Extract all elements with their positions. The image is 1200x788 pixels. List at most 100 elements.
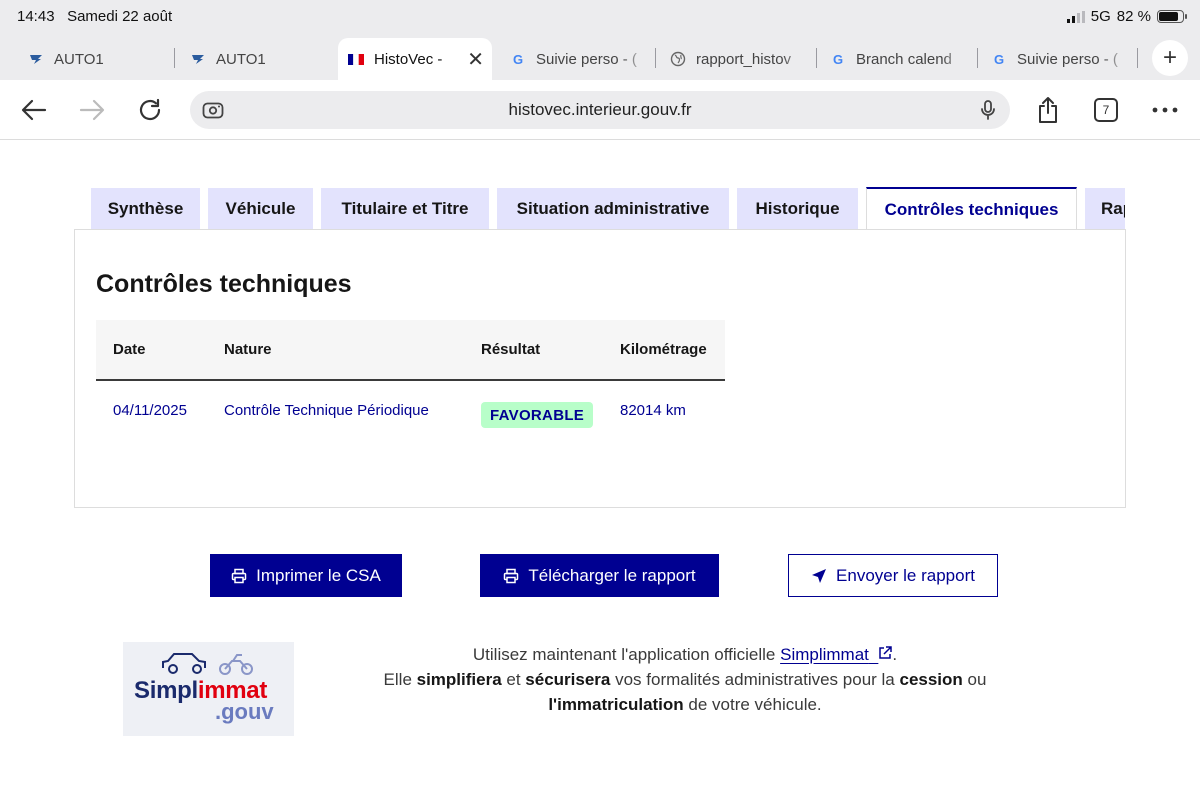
promo-bold: sécurisera bbox=[525, 670, 611, 689]
tab-rapport[interactable]: Rapport bbox=[1085, 188, 1125, 230]
tab-historique[interactable]: Historique bbox=[737, 188, 858, 230]
cell-kilometrage: 82014 km bbox=[620, 402, 686, 419]
status-time: 14:43 Samedi 22 août bbox=[17, 8, 172, 25]
simplimmat-promo: Utilisez maintenant l'application offici… bbox=[340, 642, 1030, 717]
tab-label: AUTO1 bbox=[216, 50, 266, 68]
share-button[interactable] bbox=[1030, 92, 1066, 128]
tab-fade bbox=[622, 38, 648, 80]
button-label: Envoyer le rapport bbox=[836, 565, 975, 585]
button-label: Télécharger le rapport bbox=[528, 565, 696, 585]
globe-icon bbox=[670, 51, 686, 67]
tab-controles-techniques[interactable]: Contrôles techniques bbox=[866, 187, 1077, 230]
section-tabs: Synthèse Véhicule Titulaire et Titre Sit… bbox=[91, 187, 1125, 230]
cell-date: 04/11/2025 bbox=[113, 402, 187, 419]
tab-synthese[interactable]: Synthèse bbox=[91, 188, 200, 230]
logo-gouv-text: .gouv bbox=[215, 699, 274, 724]
cell-nature: Contrôle Technique Périodique bbox=[224, 402, 429, 419]
url-text[interactable]: histovec.interieur.gouv.fr bbox=[190, 100, 1010, 120]
result-badge: FAVORABLE bbox=[481, 402, 594, 428]
google-favicon-icon: G bbox=[832, 51, 844, 67]
send-icon bbox=[812, 568, 827, 583]
clock: 14:43 bbox=[17, 8, 55, 25]
share-icon bbox=[1039, 97, 1057, 123]
google-favicon-icon: G bbox=[512, 51, 524, 67]
car-motorbike-icon bbox=[162, 653, 253, 675]
tab-vehicule[interactable]: Véhicule bbox=[208, 188, 313, 230]
more-horizontal-icon bbox=[1152, 107, 1178, 113]
promo-bold: simplifiera bbox=[416, 670, 502, 689]
browser-toolbar: histovec.interieur.gouv.fr 7 bbox=[0, 80, 1200, 140]
forward-button[interactable] bbox=[74, 92, 110, 128]
reload-button[interactable] bbox=[132, 92, 168, 128]
column-resultat: Résultat bbox=[481, 341, 541, 358]
back-button[interactable] bbox=[16, 92, 52, 128]
reload-icon bbox=[139, 98, 161, 121]
tab-situation-administrative[interactable]: Situation administrative bbox=[497, 188, 729, 230]
section-title: Contrôles techniques bbox=[96, 270, 352, 298]
promo-bold: l'immatriculation bbox=[548, 695, 684, 714]
tab-label: AUTO1 bbox=[54, 50, 104, 68]
more-menu-button[interactable] bbox=[1147, 92, 1183, 128]
browser-tab-auto1-2[interactable]: AUTO1 bbox=[176, 38, 336, 80]
close-tab-icon[interactable]: ✕ bbox=[467, 47, 484, 72]
promo-line-2: Elle simplifiera et sécurisera vos forma… bbox=[340, 667, 1030, 692]
print-csa-button[interactable]: Imprimer le CSA bbox=[210, 554, 402, 597]
tab-label: Branch calend bbox=[856, 50, 952, 68]
browser-tab-histovec[interactable]: HistoVec - ✕ bbox=[338, 38, 492, 80]
button-label: Imprimer le CSA bbox=[256, 565, 381, 585]
column-nature: Nature bbox=[224, 341, 272, 358]
promo-text: vos formalités administratives pour la bbox=[610, 670, 900, 689]
tab-label: Contrôles techniques bbox=[884, 200, 1059, 219]
promo-text: Utilisez maintenant l'application offici… bbox=[472, 645, 781, 664]
link-label: Simplimmat bbox=[780, 645, 869, 664]
logo-text-part: Simpl bbox=[134, 677, 198, 704]
tab-separator bbox=[1137, 48, 1138, 68]
promo-line-1: Utilisez maintenant l'application offici… bbox=[340, 642, 1030, 667]
printer-icon bbox=[231, 568, 247, 583]
browser-tab-rapport-histovec[interactable]: rapport_histov bbox=[658, 38, 808, 80]
tab-separator bbox=[655, 48, 656, 68]
date: Samedi 22 août bbox=[67, 8, 173, 25]
tab-count-icon: 7 bbox=[1094, 98, 1118, 122]
arrow-right-icon bbox=[79, 99, 105, 121]
controles-panel: Contrôles techniques Date Nature Résulta… bbox=[74, 229, 1126, 508]
google-favicon-icon: G bbox=[993, 51, 1005, 67]
promo-text: ou bbox=[962, 670, 987, 689]
new-tab-button[interactable]: + bbox=[1152, 40, 1188, 76]
simplimmat-link[interactable]: Simplimmat bbox=[780, 645, 893, 664]
battery-icon bbox=[1157, 10, 1187, 23]
auto1-favicon-icon bbox=[190, 51, 206, 67]
tab-titulaire-et-titre[interactable]: Titulaire et Titre bbox=[321, 188, 489, 230]
download-report-button[interactable]: Télécharger le rapport bbox=[480, 554, 719, 597]
tab-label: HistoVec - bbox=[374, 50, 443, 68]
tab-label: Historique bbox=[755, 199, 840, 218]
browser-tab-suivie-perso-1[interactable]: G Suivie perso - ( bbox=[498, 38, 648, 80]
microphone-icon[interactable] bbox=[978, 99, 998, 126]
tab-label: Synthèse bbox=[107, 199, 184, 218]
plus-icon: + bbox=[1162, 44, 1177, 71]
promo-line-3: l'immatriculation de votre véhicule. bbox=[340, 692, 1030, 717]
tab-label: Véhicule bbox=[225, 199, 296, 218]
send-report-button[interactable]: Envoyer le rapport bbox=[788, 554, 998, 597]
status-right: 5G 82 % bbox=[1066, 8, 1187, 25]
promo-text: Elle bbox=[383, 670, 417, 689]
browser-tab-suivie-perso-2[interactable]: G Suivie perso - ( bbox=[979, 38, 1129, 80]
tab-strip: AUTO1 AUTO1 HistoVec - ✕ G Suivie perso … bbox=[0, 34, 1200, 80]
signal-icon bbox=[1066, 10, 1085, 23]
browser-tab-auto1-1[interactable]: AUTO1 bbox=[12, 38, 172, 80]
address-bar[interactable]: histovec.interieur.gouv.fr bbox=[190, 91, 1010, 129]
promo-text: de votre véhicule. bbox=[683, 695, 822, 714]
auto1-favicon-icon bbox=[28, 51, 44, 67]
page-content: Synthèse Véhicule Titulaire et Titre Sit… bbox=[0, 141, 1200, 788]
tab-label: Rapport bbox=[1101, 199, 1125, 218]
table-row: 04/11/2025 Contrôle Technique Périodique… bbox=[96, 381, 725, 441]
french-flag-icon bbox=[348, 51, 364, 67]
tab-count-button[interactable]: 7 bbox=[1088, 92, 1124, 128]
controles-table: Date Nature Résultat Kilométrage 04/11/2… bbox=[96, 320, 725, 441]
tab-label: rapport_histov bbox=[696, 50, 792, 68]
browser-tab-branch-calendar[interactable]: G Branch calend bbox=[818, 38, 968, 80]
battery-percent: 82 % bbox=[1116, 8, 1151, 25]
table-header: Date Nature Résultat Kilométrage bbox=[96, 320, 725, 381]
simplimmat-logo[interactable]: Simplimmat .gouv bbox=[123, 642, 294, 736]
promo-bold: cession bbox=[899, 670, 963, 689]
